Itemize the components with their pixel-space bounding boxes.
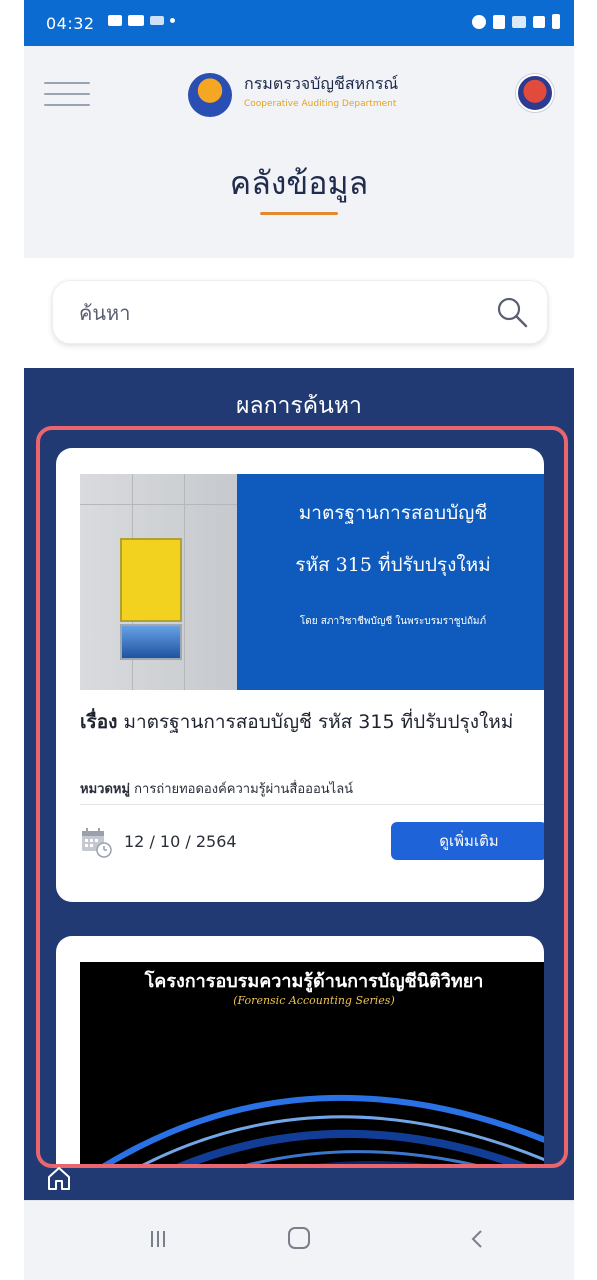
- result-card[interactable]: โครงการอบรมความรู้ด้านการบัญชีนิติวิทยา …: [56, 936, 544, 1164]
- phone-screen: 04:32 กรมตรวจบัญชีสหกรณ์ Cooperative Aud…: [24, 0, 574, 1280]
- alarm-icon: [472, 14, 486, 29]
- results-title: ผลการค้นหา: [236, 393, 362, 419]
- result-category-text: การถ่ายทอดองค์ความรู้ผ่านสื่อออนไลน์: [134, 782, 354, 797]
- ttv-icon: [150, 16, 164, 25]
- dot-icon: [170, 18, 175, 23]
- card-divider: [80, 804, 544, 805]
- avatar[interactable]: [516, 74, 554, 112]
- result-category-label: หมวดหมู่: [80, 782, 131, 797]
- mute-icon: [493, 14, 505, 29]
- youtube-icon: [128, 15, 144, 26]
- status-time: 04:32: [46, 14, 95, 33]
- search-input[interactable]: [77, 297, 461, 329]
- thumbnail-title: โครงการอบรมความรู้ด้านการบัญชีนิติวิทยา: [144, 971, 484, 992]
- view-more-button[interactable]: ดูเพิ่มเติม: [391, 822, 544, 860]
- results-section: ผลการค้นหา มาตรฐานการสอบบัญชี รหัส 315 ท…: [24, 368, 574, 1200]
- app-header: กรมตรวจบัญชีสหกรณ์ Cooperative Auditing …: [24, 46, 574, 258]
- back-icon[interactable]: [464, 1225, 492, 1253]
- search-area: [24, 258, 574, 368]
- thumbnail-text-line1: มาตรฐานการสอบบัญชี: [298, 502, 488, 524]
- status-bar: 04:32: [24, 0, 574, 46]
- department-logo[interactable]: [188, 73, 232, 117]
- result-thumbnail[interactable]: มาตรฐานการสอบบัญชี รหัส 315 ที่ปรับปรุงใ…: [80, 474, 544, 690]
- gallery-icon: [108, 15, 122, 26]
- result-title-text: มาตรฐานการสอบบัญชี รหัส 315 ที่ปรับปรุงใ…: [123, 711, 514, 733]
- menu-icon[interactable]: [44, 82, 90, 112]
- recent-apps-icon[interactable]: [144, 1225, 172, 1253]
- result-thumbnail[interactable]: โครงการอบรมความรู้ด้านการบัญชีนิติวิทยา …: [80, 962, 544, 1164]
- calendar-icon: [82, 828, 112, 858]
- result-card[interactable]: มาตรฐานการสอบบัญชี รหัส 315 ที่ปรับปรุงใ…: [56, 448, 544, 902]
- results-list[interactable]: มาตรฐานการสอบบัญชี รหัส 315 ที่ปรับปรุงใ…: [36, 426, 568, 1168]
- android-nav-bar: [24, 1167, 574, 1280]
- search-icon[interactable]: [495, 295, 529, 329]
- title-underline: [260, 212, 338, 215]
- home-icon[interactable]: [46, 1165, 72, 1191]
- status-left-icons: [108, 15, 175, 26]
- search-box: [52, 280, 548, 344]
- home-button-icon[interactable]: [286, 1225, 312, 1251]
- result-category: หมวดหมู่ การถ่ายทอดองค์ความรู้ผ่านสื่อออ…: [80, 778, 540, 799]
- brand-name-th: กรมตรวจบัญชีสหกรณ์: [244, 74, 399, 93]
- signal-icon: [533, 15, 545, 28]
- thumbnail-text-line2: รหัส 315 ที่ปรับปรุงใหม่: [295, 554, 491, 576]
- battery-icon: [552, 14, 560, 29]
- network-icon: [512, 15, 526, 28]
- thumbnail-text-line3: โดย สภาวิชาชีพบัญชี ในพระบรมราชูปถัมภ์: [299, 616, 487, 627]
- brand-name-en: Cooperative Auditing Department: [244, 99, 397, 109]
- result-title-label: เรื่อง: [80, 711, 118, 733]
- brand: กรมตรวจบัญชีสหกรณ์ Cooperative Auditing …: [244, 72, 398, 109]
- status-right-icons: [472, 14, 560, 29]
- page-title: คลังข้อมูล: [229, 164, 369, 202]
- result-date: 12 / 10 / 2564: [124, 832, 237, 851]
- thumbnail-subtitle: (Forensic Accounting Series): [233, 994, 395, 1007]
- result-title[interactable]: เรื่อง มาตรฐานการสอบบัญชี รหัส 315 ที่ปร…: [80, 706, 520, 738]
- thumbnail-building: [80, 474, 237, 690]
